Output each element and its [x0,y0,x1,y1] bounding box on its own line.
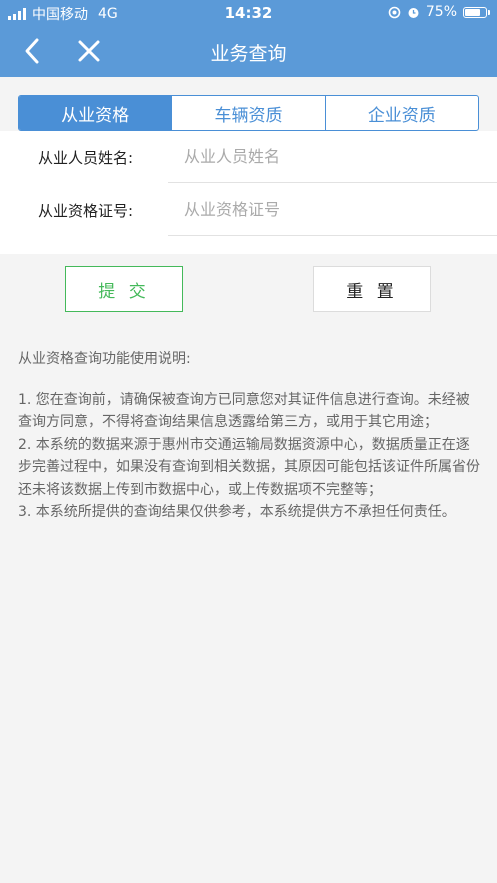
battery-icon [463,6,490,18]
instructions-heading: 从业资格查询功能使用说明: [18,351,191,367]
tab-qualification[interactable]: 从业资格 [19,96,172,130]
alarm-icon [408,7,419,18]
status-bar: 中国移动 4G 14:32 75% [0,0,497,26]
query-form: 从业人员姓名: 从业资格证号: [0,131,497,254]
query-type-tabs: 从业资格 车辆资质 企业资质 [18,95,479,131]
instructions: 从业资格查询功能使用说明: 1. 您在查询前，请确保被查询方已同意您对其证件信息… [18,348,480,524]
top-bar: 中国移动 4G 14:32 75% 业务查询 [0,0,497,77]
cert-number-input[interactable] [168,184,484,234]
name-label: 从业人员姓名: [38,149,134,167]
instruction-item: 3. 本系统所提供的查询结果仅供参考，本系统提供方不承担任何责任。 [18,504,456,520]
tab-enterprise[interactable]: 企业资质 [324,96,478,130]
nav-bar: 业务查询 [0,26,497,77]
instruction-item: 1. 您在查询前，请确保被查询方已同意您对其证件信息进行查询。未经被查询方同意，… [18,391,470,431]
cert-row: 从业资格证号: [0,184,497,236]
battery-percent: 75% [425,4,457,20]
orientation-lock-icon [388,6,401,18]
page-title: 业务查询 [210,43,287,65]
name-input[interactable] [168,131,484,181]
cert-label: 从业资格证号: [38,202,134,220]
reset-button[interactable]: 重 置 [313,266,431,312]
tab-vehicle[interactable]: 车辆资质 [171,96,324,130]
instruction-item: 2. 本系统的数据来源于惠州市交通运输局数据资源中心，数据质量正在逐步完善过程中… [18,436,480,498]
name-row: 从业人员姓名: [0,131,497,183]
submit-button[interactable]: 提 交 [65,266,183,312]
